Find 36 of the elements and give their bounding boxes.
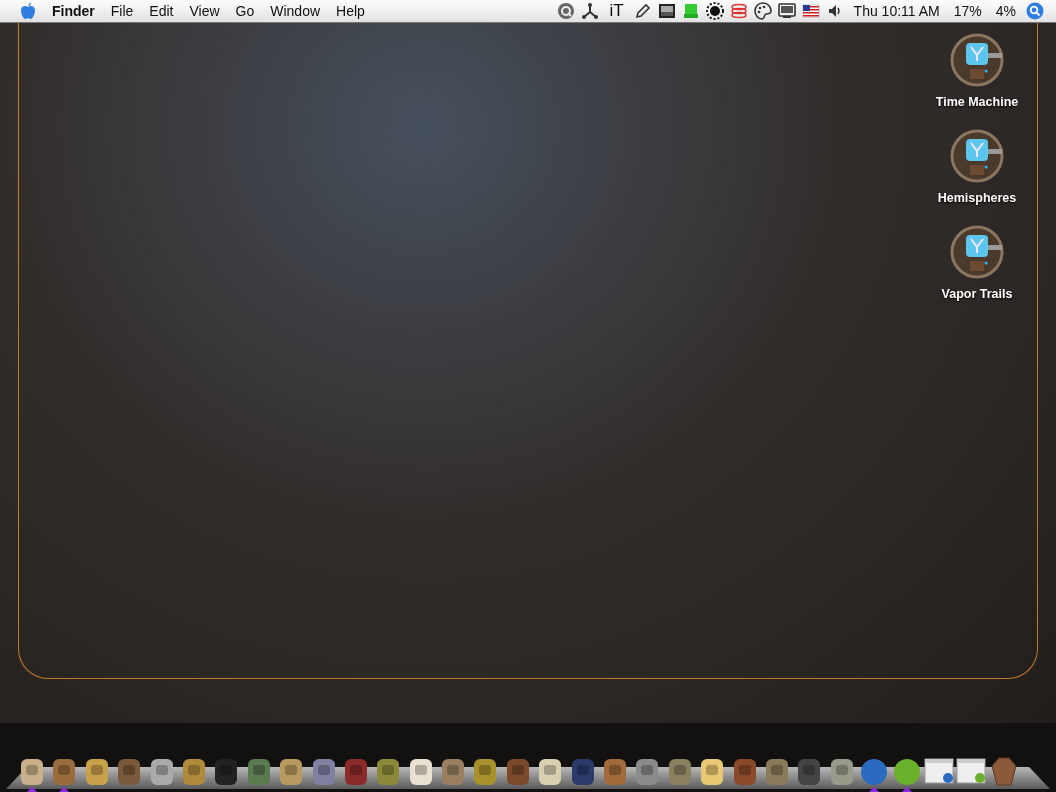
search-icon[interactable] xyxy=(1026,2,1044,20)
machine-icon[interactable] xyxy=(948,127,1006,185)
menu-item[interactable]: Window xyxy=(262,3,329,19)
pencil-icon[interactable] xyxy=(633,2,652,20)
machine-icon[interactable] xyxy=(948,223,1006,281)
window-thumbnail-icon[interactable] xyxy=(923,756,954,786)
icon-label[interactable]: Time Machine xyxy=(935,95,1019,109)
coffin-icon[interactable] xyxy=(988,756,1019,786)
flag-icon[interactable] xyxy=(801,2,820,20)
menu-item[interactable]: Edit xyxy=(141,3,182,19)
app-icon[interactable] xyxy=(892,756,921,786)
icon-label[interactable]: Vapor Trails xyxy=(941,287,1013,301)
app-icon[interactable] xyxy=(763,756,791,786)
network-icon[interactable] xyxy=(581,2,600,20)
apple-icon[interactable] xyxy=(20,2,36,20)
status-reading[interactable]: 4% xyxy=(991,3,1020,19)
stack-icon[interactable] xyxy=(729,2,748,20)
menu-item[interactable]: File xyxy=(102,3,142,19)
display-icon[interactable] xyxy=(777,2,796,20)
window-thumbnail-icon[interactable] xyxy=(956,756,987,786)
circle-q-icon[interactable] xyxy=(557,2,576,20)
machine-icon[interactable] xyxy=(948,31,1006,89)
picture-icon[interactable] xyxy=(657,2,676,20)
menu-item[interactable]: Go xyxy=(227,3,263,19)
app-icon[interactable] xyxy=(18,756,46,786)
drive-icon[interactable] xyxy=(681,2,700,20)
palette-icon[interactable] xyxy=(753,2,772,20)
icon-label[interactable]: Hemispheres xyxy=(937,191,1017,205)
status-reading[interactable]: 17% xyxy=(949,3,986,19)
menu-item[interactable]: View xyxy=(181,3,228,19)
app-menu[interactable]: Finder xyxy=(46,3,103,19)
menu-extra[interactable]: iT xyxy=(605,1,628,21)
app-icon[interactable] xyxy=(860,756,889,786)
clock[interactable]: Thu 10:11 AM xyxy=(849,3,944,19)
sun-icon[interactable] xyxy=(705,2,724,20)
menu-item[interactable]: Help xyxy=(328,3,373,19)
